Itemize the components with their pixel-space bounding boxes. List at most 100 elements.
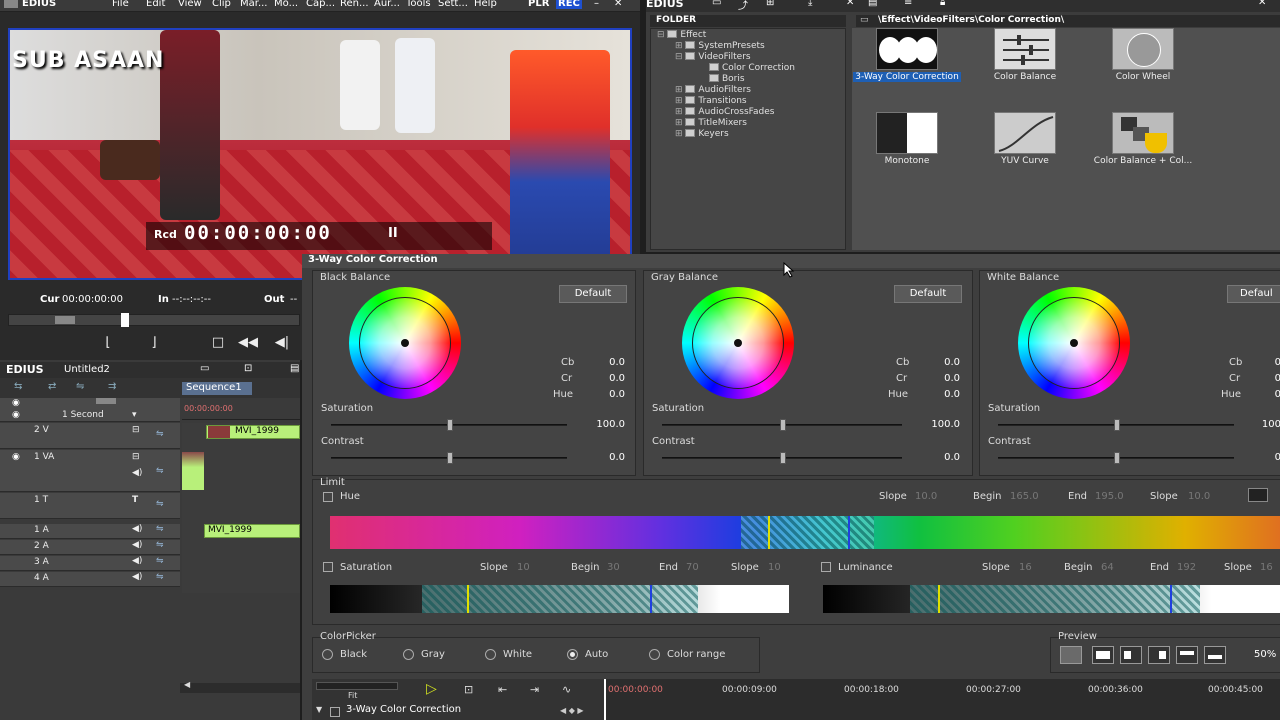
- effect-yuv-curve[interactable]: YUV Curve: [970, 112, 1080, 166]
- menu-tools[interactable]: Tools: [406, 0, 431, 9]
- picker-gray-radio[interactable]: [403, 649, 414, 660]
- preview-split-right-icon[interactable]: [1148, 646, 1170, 664]
- lum-range-overlay[interactable]: [910, 585, 1200, 613]
- white-contrast-slider[interactable]: [998, 452, 1234, 464]
- track-mix-icon[interactable]: ⇋: [156, 540, 164, 550]
- sat-begin-marker[interactable]: [467, 585, 469, 613]
- track-mix-icon[interactable]: ⇋: [156, 572, 164, 582]
- hue-end-value[interactable]: 195.0: [1095, 491, 1124, 502]
- white-contrast-value[interactable]: 0: [1265, 452, 1280, 463]
- folder-view-icon[interactable]: ▭: [712, 0, 721, 8]
- gray-hue-value[interactable]: 0.0: [932, 389, 960, 400]
- sync-icon[interactable]: ⇋: [76, 381, 84, 392]
- black-cr-value[interactable]: 0.0: [597, 373, 625, 384]
- saturation-limit-checkbox[interactable]: [323, 562, 333, 572]
- lum-end-marker[interactable]: [1170, 585, 1172, 613]
- plr-toggle[interactable]: PLR: [528, 0, 549, 9]
- white-saturation-value[interactable]: 100: [1260, 419, 1280, 430]
- mark-in-icon[interactable]: ⌊: [98, 334, 118, 352]
- scale-zoom-handle[interactable]: [96, 398, 116, 404]
- player-scrub-bar[interactable]: [8, 313, 300, 327]
- track-1a[interactable]: 1 A ◀) ⇋: [0, 524, 180, 539]
- tree-item-boris[interactable]: Boris: [709, 74, 745, 84]
- menu-edit[interactable]: Edit: [146, 0, 165, 9]
- apply-icon[interactable]: ⤓: [808, 0, 812, 8]
- white-cr-value[interactable]: 0: [1265, 373, 1280, 384]
- effect-color-balance[interactable]: Color Balance: [970, 28, 1080, 82]
- picker-colorrange-radio[interactable]: [649, 649, 660, 660]
- lum-begin-value[interactable]: 64: [1101, 562, 1114, 573]
- effect-monotone[interactable]: Monotone: [852, 112, 962, 166]
- mode-icon[interactable]: ⇆: [14, 381, 22, 392]
- preview-full-icon[interactable]: [1092, 646, 1114, 664]
- menu-audio[interactable]: Aur...: [374, 0, 400, 9]
- timescale-label[interactable]: 1 Second: [62, 410, 104, 420]
- keyframe-nav-icon[interactable]: ◀ ◆ ▶: [560, 706, 584, 715]
- snap-icon[interactable]: ⇉: [108, 381, 116, 392]
- minimize-icon[interactable]: –: [594, 0, 599, 9]
- new-sequence-icon[interactable]: ▭: [200, 363, 209, 374]
- slider-knob[interactable]: [780, 452, 786, 464]
- gray-saturation-slider[interactable]: [662, 419, 902, 431]
- scrub-zoom-handle[interactable]: [55, 316, 75, 324]
- slider-knob[interactable]: [447, 452, 453, 464]
- curve-icon[interactable]: ∿: [562, 683, 571, 696]
- preview-split-left-icon[interactable]: [1120, 646, 1142, 664]
- close-icon[interactable]: ✕: [614, 0, 622, 9]
- track-mix-icon[interactable]: ⇋: [156, 499, 164, 509]
- gray-contrast-slider[interactable]: [662, 452, 902, 464]
- track-mix-icon[interactable]: ⇋: [156, 524, 164, 534]
- track-1t[interactable]: 1 T T ⇋: [0, 493, 180, 519]
- stop-icon[interactable]: □: [208, 334, 228, 352]
- timeline-ruler[interactable]: 00:00:00:00: [182, 398, 300, 420]
- slider-knob[interactable]: [1114, 452, 1120, 464]
- menu-mode[interactable]: Mo...: [274, 0, 298, 9]
- black-saturation-slider[interactable]: [331, 419, 567, 431]
- track-visibility-icon[interactable]: ◉: [12, 452, 20, 462]
- limit-view-icon[interactable]: [1248, 488, 1268, 502]
- hue-spectrum-bar[interactable]: [330, 516, 1280, 549]
- menu-help[interactable]: Help: [474, 0, 497, 9]
- track-mix-icon[interactable]: ⇋: [156, 429, 164, 439]
- effect-color-wheel[interactable]: Color Wheel: [1088, 28, 1198, 82]
- preview-picker-icon[interactable]: [1060, 646, 1082, 664]
- black-saturation-value[interactable]: 100.0: [583, 419, 625, 430]
- scale-dropdown-icon[interactable]: ▾: [132, 410, 137, 420]
- menu-marker[interactable]: Mar...: [240, 0, 268, 9]
- tree-item-audiocrossfades[interactable]: ⊞ AudioCrossFades: [675, 107, 774, 117]
- track-visibility-icon[interactable]: ◉: [12, 398, 20, 408]
- lum-slope2-value[interactable]: 16: [1260, 562, 1273, 573]
- keyframe-zoom-slider[interactable]: [316, 682, 398, 690]
- track-2v[interactable]: 2 V ⊟ ⇋: [0, 423, 180, 449]
- up-folder-icon[interactable]: ⤴: [738, 0, 748, 12]
- effect-color-balance-combo[interactable]: Color Balance + Col...: [1088, 112, 1198, 166]
- gray-contrast-value[interactable]: 0.0: [918, 452, 960, 463]
- keyframe-playhead[interactable]: [604, 679, 606, 720]
- expand-layer-icon[interactable]: ▼: [316, 705, 322, 714]
- menu-capture[interactable]: Cap...: [306, 0, 335, 9]
- picker-black-radio[interactable]: [322, 649, 333, 660]
- sat-begin-value[interactable]: 30: [607, 562, 620, 573]
- hue-range-overlay[interactable]: [741, 516, 874, 549]
- sat-slope1-value[interactable]: 10: [517, 562, 530, 573]
- black-hue-value[interactable]: 0.0: [597, 389, 625, 400]
- menu-file[interactable]: File: [112, 0, 129, 9]
- loop-icon[interactable]: ⊡: [464, 683, 473, 696]
- lum-end-value[interactable]: 192: [1177, 562, 1196, 573]
- gray-default-button[interactable]: Default: [894, 285, 962, 303]
- track-mix-icon[interactable]: ⇋: [156, 556, 164, 566]
- hue-limit-checkbox[interactable]: [323, 492, 333, 502]
- gray-cr-value[interactable]: 0.0: [932, 373, 960, 384]
- luminance-limit-checkbox[interactable]: [821, 562, 831, 572]
- open-project-icon[interactable]: ⊡: [244, 363, 252, 374]
- scrub-playhead[interactable]: [121, 313, 129, 327]
- timeline-track-area[interactable]: [182, 423, 300, 593]
- hue-slope2-value[interactable]: 10.0: [1188, 491, 1210, 502]
- track-2a[interactable]: 2 A ◀) ⇋: [0, 540, 180, 555]
- white-wheel-cursor[interactable]: [1070, 339, 1078, 347]
- menu-render[interactable]: Ren...: [340, 0, 369, 9]
- sat-end-value[interactable]: 70: [686, 562, 699, 573]
- play-icon[interactable]: ▷: [426, 681, 437, 697]
- slider-knob[interactable]: [447, 419, 453, 431]
- white-hue-value[interactable]: 0: [1265, 389, 1280, 400]
